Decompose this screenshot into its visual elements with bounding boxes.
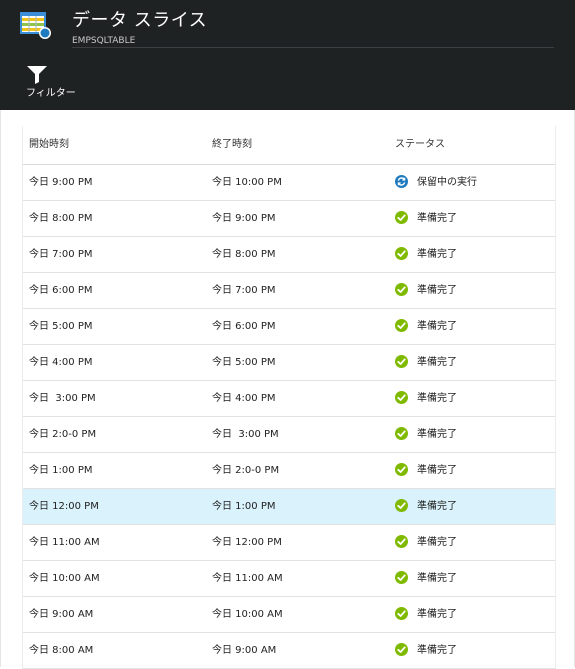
start-time-cell: 今日 4:00 PM	[29, 357, 93, 368]
start-time-cell: 今日 5:00 PM	[29, 321, 93, 332]
column-header-status[interactable]: ステータス	[395, 138, 445, 152]
end-time-cell: 今日 10:00 AM	[212, 609, 283, 620]
start-time-cell: 今日 10:00 AM	[29, 573, 100, 584]
end-time-cell: 今日 6:00 PM	[212, 321, 276, 332]
filter-label: フィルター	[26, 88, 76, 99]
status-cell: 準備完了	[395, 606, 545, 622]
blade-header: データ スライス EMPSQLTABLE フィルター	[0, 0, 575, 110]
frame-border-left	[0, 110, 1, 667]
status-cell: 準備完了	[395, 282, 545, 298]
end-time-cell: 今日 5:00 PM	[212, 357, 276, 368]
table-row[interactable]: 今日 7:00 PM 今日 8:00 PM 準備完了	[23, 237, 555, 273]
table-row[interactable]: 今日 3:00 PM 今日 4:00 PM 準備完了	[23, 381, 555, 417]
status-label: 準備完了	[417, 501, 457, 512]
end-time-cell: 今日 3:00 PM	[212, 429, 279, 440]
status-cell: 準備完了	[395, 570, 545, 586]
end-time-cell: 今日 10:00 PM	[212, 177, 282, 188]
start-time-cell: 今日 6:00 PM	[29, 285, 93, 296]
end-time-cell: 今日 2:0-0 PM	[212, 465, 280, 476]
checkmark-icon	[395, 607, 408, 620]
end-time-cell: 今日 1:00 PM	[212, 501, 276, 512]
status-label: 準備完了	[417, 285, 457, 296]
start-time-cell: 今日 12:00 PM	[29, 501, 99, 512]
status-cell: 準備完了	[395, 498, 545, 514]
status-cell: 保留中の実行	[395, 174, 545, 190]
status-label: 準備完了	[417, 609, 457, 620]
status-label: 準備完了	[417, 537, 457, 548]
end-time-cell: 今日 4:00 PM	[212, 393, 276, 404]
checkmark-icon	[395, 463, 408, 476]
table-row[interactable]: 今日 6:00 PM 今日 7:00 PM 準備完了	[23, 273, 555, 309]
table-row[interactable]: 今日 11:00 AM 今日 12:00 PM 準備完了	[23, 525, 555, 561]
header-divider	[72, 47, 554, 48]
table-row[interactable]: 今日 1:00 PM 今日 2:0-0 PM 準備完了	[23, 453, 555, 489]
start-time-cell: 今日 7:00 PM	[29, 249, 93, 260]
start-time-cell: 今日 8:00 PM	[29, 213, 93, 224]
status-cell: 準備完了	[395, 210, 545, 226]
end-time-cell: 今日 11:00 AM	[212, 573, 283, 584]
checkmark-icon	[395, 319, 408, 332]
checkmark-icon	[395, 535, 408, 548]
checkmark-icon	[395, 643, 408, 656]
table-row[interactable]: 今日 4:00 PM 今日 5:00 PM 準備完了	[23, 345, 555, 381]
table-row[interactable]: 今日 9:00 PM 今日 10:00 PM 保留中の実行	[23, 165, 555, 201]
start-time-cell: 今日 11:00 AM	[29, 537, 100, 548]
status-cell: 準備完了	[395, 534, 545, 550]
table-row[interactable]: 今日 9:00 AM 今日 10:00 AM 準備完了	[23, 597, 555, 633]
end-time-cell: 今日 12:00 PM	[212, 537, 282, 548]
start-time-cell: 今日 9:00 PM	[29, 177, 93, 188]
filter-button[interactable]: フィルター	[20, 64, 80, 104]
status-label: 準備完了	[417, 393, 457, 404]
start-time-cell: 今日 3:00 PM	[29, 393, 96, 404]
status-cell: 準備完了	[395, 390, 545, 406]
status-label: 準備完了	[417, 465, 457, 476]
status-cell: 準備完了	[395, 246, 545, 262]
checkmark-icon	[395, 355, 408, 368]
status-cell: 準備完了	[395, 462, 545, 478]
end-time-cell: 今日 8:00 PM	[212, 249, 276, 260]
checkmark-icon	[395, 571, 408, 584]
status-label: 準備完了	[417, 213, 457, 224]
status-cell: 準備完了	[395, 354, 545, 370]
checkmark-icon	[395, 427, 408, 440]
start-time-cell: 今日 9:00 AM	[29, 609, 94, 620]
column-header-start-time[interactable]: 開始時刻	[29, 138, 69, 152]
status-label: 保留中の実行	[417, 177, 477, 188]
page-title: データ スライス	[72, 10, 208, 31]
checkmark-icon	[395, 247, 408, 260]
table-row[interactable]: 今日 8:00 PM 今日 9:00 PM 準備完了	[23, 201, 555, 237]
checkmark-icon	[395, 211, 408, 224]
status-cell: 準備完了	[395, 318, 545, 334]
status-cell: 準備完了	[395, 642, 545, 658]
table-body: 今日 9:00 PM 今日 10:00 PM 保留中の実行 今日 8:00 PM 今日 …	[23, 165, 555, 669]
column-header-end-time[interactable]: 終了時刻	[212, 138, 252, 152]
status-label: 準備完了	[417, 573, 457, 584]
checkmark-icon	[395, 283, 408, 296]
data-slices-table: 開始時刻 終了時刻 ステータス 今日 9:00 PM 今日 10:00 PM 保留中…	[22, 126, 556, 669]
filter-icon	[27, 66, 47, 84]
page-subtitle: EMPSQLTABLE	[72, 36, 136, 46]
table-header: 開始時刻 終了時刻 ステータス	[23, 126, 555, 165]
in-progress-icon	[395, 175, 408, 188]
status-cell: 準備完了	[395, 426, 545, 442]
end-time-cell: 今日 9:00 PM	[212, 213, 276, 224]
start-time-cell: 今日 2:0-0 PM	[29, 429, 97, 440]
status-label: 準備完了	[417, 429, 457, 440]
checkmark-icon	[395, 391, 408, 404]
end-time-cell: 今日 7:00 PM	[212, 285, 276, 296]
table-row[interactable]: 今日 5:00 PM 今日 6:00 PM 準備完了	[23, 309, 555, 345]
checkmark-icon	[395, 499, 408, 512]
start-time-cell: 今日 8:00 AM	[29, 645, 94, 656]
data-slice-table-icon	[20, 12, 51, 39]
table-row[interactable]: 今日 8:00 AM 今日 9:00 AM 準備完了	[23, 633, 555, 669]
status-label: 準備完了	[417, 645, 457, 656]
status-label: 準備完了	[417, 321, 457, 332]
status-label: 準備完了	[417, 357, 457, 368]
start-time-cell: 今日 1:00 PM	[29, 465, 93, 476]
status-label: 準備完了	[417, 249, 457, 260]
table-row[interactable]: 今日 12:00 PM 今日 1:00 PM 準備完了	[23, 489, 555, 525]
table-row[interactable]: 今日 10:00 AM 今日 11:00 AM 準備完了	[23, 561, 555, 597]
end-time-cell: 今日 9:00 AM	[212, 645, 277, 656]
table-row[interactable]: 今日 2:0-0 PM 今日 3:00 PM 準備完了	[23, 417, 555, 453]
